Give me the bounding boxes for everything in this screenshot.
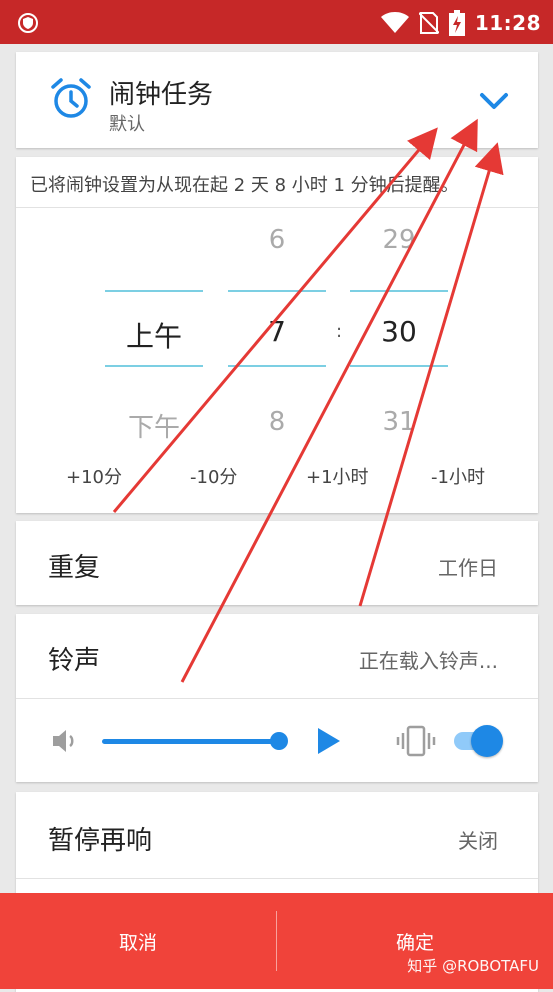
repeat-row[interactable]: 重复 工作日: [16, 521, 538, 605]
minute-selected[interactable]: 30: [350, 315, 448, 348]
hour-selection-line-top: [228, 290, 326, 292]
hour-prev[interactable]: 6: [228, 225, 326, 255]
shield-icon: [18, 13, 38, 33]
volume-slider-track[interactable]: [102, 739, 280, 744]
minus-10-min-button[interactable]: -10分: [190, 463, 237, 489]
ampm-selection-line-bottom: [105, 365, 203, 367]
minute-selection-line-top: [350, 290, 448, 292]
alarm-subtitle: 默认: [109, 114, 145, 135]
chevron-down-icon[interactable]: [478, 90, 510, 112]
no-sim-icon: [418, 12, 439, 34]
vibrate-icon: [396, 725, 436, 757]
play-icon[interactable]: [316, 726, 342, 756]
snooze-value: 关闭: [458, 829, 498, 853]
alarm-clock-icon: [51, 78, 91, 118]
ampm-selected[interactable]: 上午: [105, 315, 203, 355]
battery-charging-icon: [448, 10, 465, 36]
alarm-info-text: 已将闹钟设置为从现在起 2 天 8 小时 1 分钟后提醒。: [30, 175, 459, 196]
cancel-button[interactable]: 取消: [0, 893, 276, 989]
divider: [16, 207, 538, 208]
bottom-action-bar: 取消 确定 知乎 @ROBOTAFU: [0, 893, 553, 989]
volume-slider-thumb[interactable]: [270, 732, 288, 750]
snooze-label: 暂停再响: [48, 826, 153, 856]
hour-selected[interactable]: 7: [228, 315, 326, 348]
ampm-next[interactable]: 下午: [105, 407, 203, 444]
alarm-title: 闹钟任务: [109, 80, 214, 110]
divider: [16, 698, 538, 699]
watermark: 知乎 @ROBOTAFU: [407, 957, 539, 975]
clock-time: 11:28: [474, 11, 541, 35]
alarm-header-card[interactable]: 闹钟任务 默认: [16, 52, 538, 148]
divider: [16, 878, 538, 879]
minute-selection-line-bottom: [350, 365, 448, 367]
time-separator: :: [336, 321, 343, 342]
volume-icon: [53, 730, 74, 752]
hour-next[interactable]: 8: [228, 407, 326, 437]
vibrate-toggle-knob[interactable]: [471, 725, 503, 757]
minute-prev[interactable]: 29: [350, 225, 448, 255]
repeat-label: 重复: [48, 553, 101, 583]
hour-selection-line-bottom: [228, 365, 326, 367]
ringtone-card: 铃声 正在载入铃声...: [16, 614, 538, 782]
ringtone-label[interactable]: 铃声: [48, 640, 100, 677]
wifi-icon: [380, 12, 409, 33]
minus-1-hour-button[interactable]: -1小时: [431, 463, 485, 489]
ringtone-value[interactable]: 正在载入铃声...: [359, 645, 498, 674]
time-picker-card: 已将闹钟设置为从现在起 2 天 8 小时 1 分钟后提醒。 上午 下午 6 7 …: [16, 157, 538, 513]
status-bar: 11:28: [0, 0, 553, 44]
minute-next[interactable]: 31: [350, 407, 448, 437]
repeat-value: 工作日: [438, 556, 498, 580]
plus-1-hour-button[interactable]: +1小时: [306, 463, 369, 489]
plus-10-min-button[interactable]: +10分: [66, 463, 122, 489]
ampm-selection-line-top: [105, 290, 203, 292]
